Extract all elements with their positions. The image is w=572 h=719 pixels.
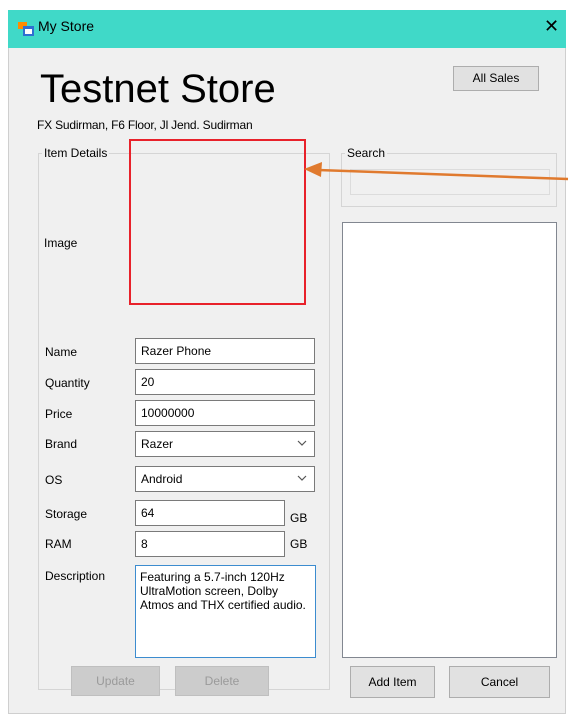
delete-button[interactable]: Delete	[175, 666, 269, 696]
description-label: Description	[45, 569, 106, 583]
description-textarea[interactable]: Featuring a 5.7-inch 120Hz UltraMotion s…	[135, 565, 316, 658]
os-select[interactable]: Android	[135, 466, 315, 492]
description-text: Featuring a 5.7-inch 120Hz UltraMotion s…	[140, 570, 306, 612]
brand-selected-value: Razer	[141, 437, 174, 451]
name-field[interactable]: Razer Phone	[135, 338, 315, 364]
update-button[interactable]: Update	[71, 666, 160, 696]
window-title: My Store	[38, 18, 95, 34]
price-field[interactable]: 10000000	[135, 400, 315, 426]
image-label: Image	[44, 236, 78, 250]
store-address: FX Sudirman, F6 Floor, Jl Jend. Sudirman	[37, 118, 253, 132]
os-label: OS	[45, 473, 63, 487]
add-item-button[interactable]: Add Item	[350, 666, 435, 698]
quantity-field[interactable]: 20	[135, 369, 315, 395]
app-window-icon	[18, 22, 34, 36]
close-icon[interactable]: ✕	[544, 16, 559, 36]
ram-label: RAM	[45, 537, 72, 551]
cancel-button[interactable]: Cancel	[449, 666, 550, 698]
image-picture-box[interactable]	[129, 139, 306, 305]
chevron-down-icon[interactable]	[296, 472, 308, 484]
item-list[interactable]	[342, 222, 557, 658]
storage-field[interactable]: 64	[135, 500, 285, 526]
brand-label: Brand	[45, 437, 78, 451]
storage-label: Storage	[45, 507, 88, 521]
ram-field[interactable]: 8	[135, 531, 285, 557]
name-label: Name	[45, 345, 78, 359]
store-title: Testnet Store	[40, 67, 276, 111]
arrow-left-icon	[304, 162, 569, 181]
chevron-down-icon[interactable]	[296, 437, 308, 449]
price-label: Price	[45, 407, 73, 421]
os-selected-value: Android	[141, 472, 183, 486]
all-sales-button[interactable]: All Sales	[453, 66, 539, 91]
storage-unit: GB	[290, 511, 308, 525]
ram-unit: GB	[290, 537, 308, 551]
brand-select[interactable]: Razer	[135, 431, 315, 457]
quantity-label: Quantity	[45, 376, 90, 390]
item-details-legend: Item Details	[42, 146, 110, 160]
